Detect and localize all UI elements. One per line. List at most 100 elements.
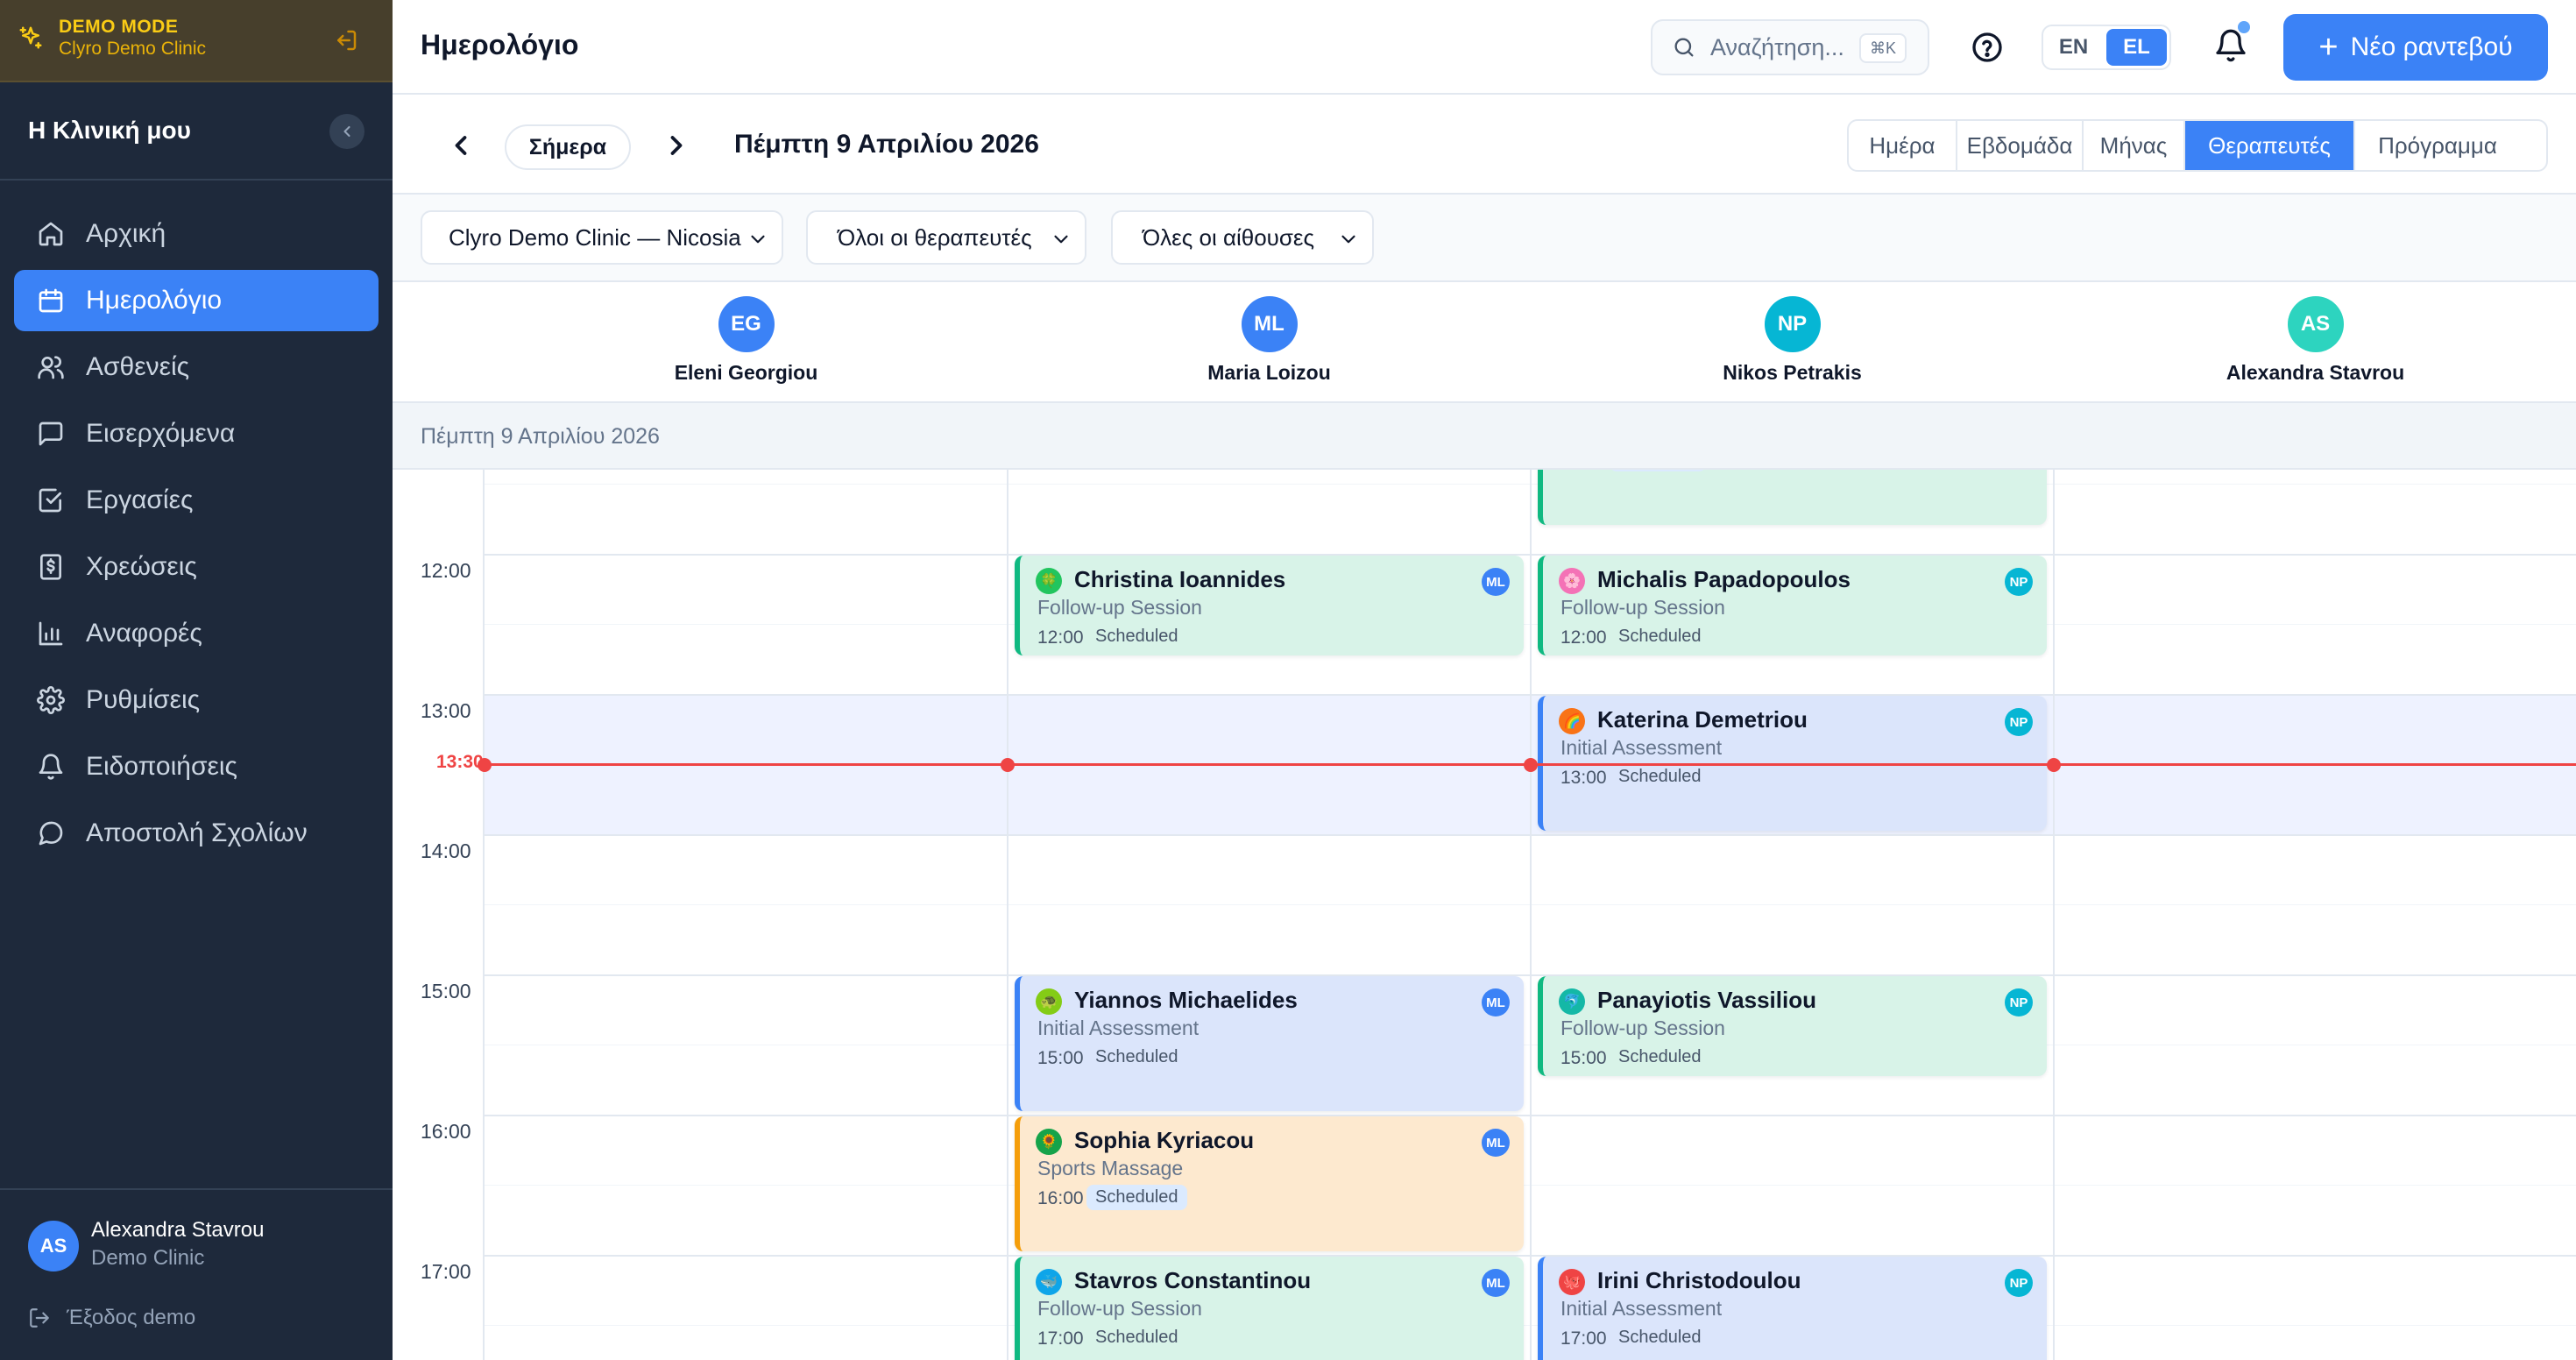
status-badge: Scheduled [1618,1047,1702,1066]
appointment-card[interactable]: Follow-up Session11:00In session [1538,470,2047,526]
tab-schedule[interactable]: Πρόγραμμα [2355,121,2520,170]
search-icon [1672,35,1696,60]
sidebar-item-home[interactable]: Αρχική [14,203,379,265]
patient-name: Michalis Papadopoulos [1597,566,1851,592]
patient-name: Yiannos Michaelides [1074,987,1298,1013]
patient-name: Stavros Constantinou [1074,1267,1312,1293]
sparkle-icon [18,25,44,51]
patient-avatar-icon: 🐢 [1036,988,1062,1015]
users-icon [35,351,67,383]
current-time-dot [1001,758,1015,772]
sidebar-item-reports[interactable]: Αναφορές [14,603,379,664]
notifications-bell-icon[interactable] [2213,28,2248,63]
sidebar-item-label: Αρχική [86,219,166,248]
appointment-card[interactable]: 🐢 Yiannos Michaelides Initial Assessment 15… [1015,976,1524,1111]
status-badge: Scheduled [1618,1328,1702,1347]
top-bar: Ημερολόγιο Αναζήτηση... ⌘K EN EL + Νέο ρ… [393,0,2576,95]
column-divider [2053,470,2055,1360]
new-appointment-label: Νέο ραντεβού [2350,32,2513,61]
sidebar-item-label: Χρεώσεις [86,552,197,581]
appointment-type: Initial Assessment [1560,736,1723,759]
therapist-header-row: EG Eleni Georgiou ML Maria Loizou NP Nik… [393,282,2576,403]
current-date: Πέμπτη 9 Απριλίου 2026 [734,130,1039,159]
appointment-card[interactable]: 🌸 Michalis Papadopoulos Follow-up Session 1… [1538,556,2047,655]
clinic-select-value: Clyro Demo Clinic — Nicosia [449,223,741,251]
appointment-type: Initial Assessment [1560,1297,1723,1320]
sidebar-item-billing[interactable]: Χρεώσεις [14,536,379,598]
appointment-card[interactable]: 🐙 Irini Christodoulou Initial Assessment 17… [1538,1257,2047,1360]
appointment-time: 15:00 [1560,1048,1607,1068]
time-label: 16:00 [421,1120,471,1143]
tab-therapists[interactable]: Θεραπευτές [2185,121,2355,170]
room-select[interactable]: Όλες οι αίθουσες [1111,210,1374,265]
therapist-badge: NP [2005,708,2033,736]
sidebar-item-patients[interactable]: Ασθενείς [14,336,379,398]
exit-demo-icon[interactable] [333,27,359,53]
previous-day-icon[interactable] [445,130,477,161]
filters-bar: Clyro Demo Clinic — Nicosia Όλοι οι θερα… [393,195,2576,282]
therapist-badge: ML [1482,988,1510,1016]
appointment-card[interactable]: 🌻 Sophia Kyriacou Sports Massage 16:00 Sched… [1015,1116,1524,1251]
sidebar-divider [0,1188,393,1190]
search-input[interactable]: Αναζήτηση... ⌘K [1651,19,1929,75]
therapist-badge: ML [1482,1129,1510,1157]
user-name: Alexandra Stavrou [91,1218,265,1242]
time-label: 17:00 [421,1260,471,1283]
sidebar-item-calendar[interactable]: Ημερολόγιο [14,270,379,331]
appointment-card[interactable]: 🍀 Christina Ioannides Follow-up Session 12:… [1015,556,1524,655]
demo-mode-title: DEMO MODE [59,17,179,37]
sidebar-item-notifications[interactable]: Ειδοποιήσεις [14,736,379,797]
user-organization: Demo Clinic [91,1246,205,1270]
status-badge: Scheduled [1086,1185,1187,1210]
calendar-grid[interactable]: 12:00 13:00 14:00 15:00 16:00 17:00 Follow-up … [393,470,2576,1360]
today-button[interactable]: Σήμερα [505,124,631,170]
sidebar-divider [0,179,393,181]
next-day-icon[interactable] [661,130,692,161]
tab-month[interactable]: Μήνας [2084,121,2185,170]
sidebar-item-inbox[interactable]: Εισερχόμενα [14,403,379,464]
patient-avatar-icon: 🌻 [1036,1129,1062,1155]
avatar: EG [718,296,775,352]
appointment-card[interactable]: 🐬 Panayiotis Vassiliou Follow-up Session 15… [1538,976,2047,1076]
appointment-time: 11:00 [1560,470,1605,471]
help-icon[interactable] [1970,30,2005,65]
patient-avatar-icon: 🌈 [1559,708,1585,734]
new-appointment-button[interactable]: + Νέο ραντεβού [2283,14,2548,81]
sidebar-item-label: Ειδοποιήσεις [86,752,237,781]
sidebar-item-tasks[interactable]: Εργασίες [14,470,379,531]
appointment-type: Follow-up Session [1560,1016,1725,1039]
notification-dot [2238,21,2250,33]
avatar: NP [1764,296,1821,352]
lang-el-button[interactable]: EL [2106,29,2167,66]
clinic-select[interactable]: Clyro Demo Clinic — Nicosia [421,210,783,265]
tab-week[interactable]: Εβδομάδα [1957,121,2084,170]
appointment-time: 13:00 [1560,768,1607,788]
lang-en-button[interactable]: EN [2043,26,2104,68]
chevron-down-icon [1050,228,1072,251]
patient-avatar-icon: 🍀 [1036,568,1062,594]
tab-day[interactable]: Ημέρα [1849,121,1957,170]
appointment-card[interactable]: 🐳 Stavros Constantinou Follow-up Session 17… [1015,1257,1524,1360]
sidebar-item-feedback[interactable]: Αποστολή Σχολίων [14,803,379,864]
therapist-select[interactable]: Όλοι οι θεραπευτές [806,210,1086,265]
bell-icon [35,751,67,783]
avatar[interactable]: AS [28,1221,79,1271]
appointment-time: 17:00 [1560,1328,1607,1349]
view-switcher: Ημέρα Εβδομάδα Μήνας Θεραπευτές Πρόγραμμ… [1847,119,2548,172]
clinic-name: Η Κλινική μου [28,117,191,144]
current-time-label: 13:30 [436,752,484,772]
logout-demo-button[interactable]: Έξοδος demo [28,1306,195,1330]
collapse-sidebar-button[interactable] [329,114,364,149]
sidebar-item-settings[interactable]: Ρυθμίσεις [14,669,379,731]
patient-avatar-icon: 🐙 [1559,1269,1585,1295]
sidebar-item-label: Ημερολόγιο [86,286,223,315]
sidebar: DEMO MODE Clyro Demo Clinic Η Κλινική μο… [0,0,393,1360]
patient-name: Panayiotis Vassiliou [1597,987,1816,1013]
appointment-time: 12:00 [1037,627,1084,648]
therapist-badge: NP [2005,568,2033,596]
therapist-name: Nikos Petrakis [1723,361,1862,384]
current-time-dot [1524,758,1538,772]
search-shortcut: ⌘K [1858,33,1907,63]
therapist-badge: NP [2005,1269,2033,1297]
status-badge: Scheduled [1095,1328,1178,1347]
